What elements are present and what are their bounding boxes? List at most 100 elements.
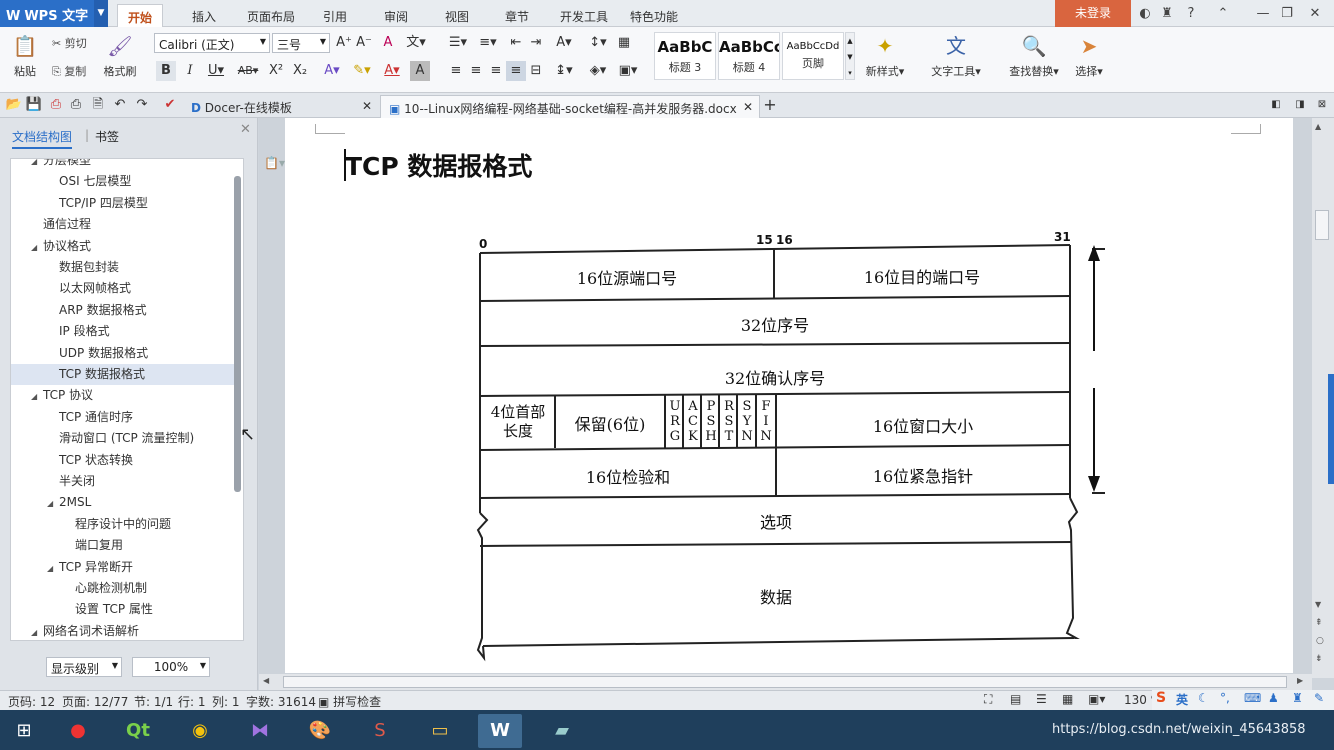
window-icon[interactable]: ◧ <box>1266 95 1286 115</box>
horizontal-scrollbar[interactable]: ◀ ▶ <box>259 674 1312 690</box>
visual-studio-icon[interactable]: ⧓ <box>238 714 282 748</box>
char-shading-icon[interactable]: A <box>410 61 430 81</box>
paint-icon[interactable]: 🎨 <box>298 714 342 748</box>
collapse-toggle-icon[interactable]: ◢ <box>31 386 43 407</box>
chrome-icon[interactable]: ◉ <box>178 714 222 748</box>
outline-item[interactable]: ◢ TCP 协议 <box>11 385 235 406</box>
outline-item[interactable]: UDP 数据报格式 <box>11 343 235 364</box>
scroll-left-icon[interactable]: ◀ <box>263 676 269 685</box>
display-level-select[interactable]: 显示级别 ▼ <box>46 657 122 677</box>
tab-chapter[interactable]: 章节 <box>495 4 539 27</box>
bold-icon[interactable]: B <box>156 61 176 81</box>
status-word-count[interactable]: 字数: 31614 <box>246 693 316 710</box>
xshell-icon[interactable]: S <box>358 714 402 748</box>
font-name-select[interactable]: Calibri (正文) ▼ <box>154 33 270 53</box>
collapse-toggle-icon[interactable]: ◢ <box>31 237 43 258</box>
tab-features[interactable]: 特色功能 <box>620 4 688 27</box>
new-tab-icon[interactable]: + <box>760 95 780 115</box>
select-button[interactable]: ➤ 选择▾ <box>1070 31 1108 79</box>
collapse-toggle-icon[interactable]: ◢ <box>47 558 59 579</box>
clear-format-icon[interactable]: A <box>378 33 398 53</box>
chinese-layout-icon[interactable]: A▾ <box>550 33 578 53</box>
tab-insert[interactable]: 插入 <box>182 4 226 27</box>
find-replace-button[interactable]: 🔍 查找替换▾ <box>1004 31 1064 79</box>
shrink-font-icon[interactable]: A⁻ <box>354 33 374 53</box>
outline-item[interactable]: 滑动窗口 (TCP 流量控制) <box>11 428 235 449</box>
subscript-icon[interactable]: X₂ <box>290 61 310 81</box>
outline-item[interactable]: 端口复用 <box>11 535 235 556</box>
font-size-select[interactable]: 三号 ▼ <box>272 33 330 53</box>
next-page-icon[interactable]: ⇟ <box>1315 654 1323 664</box>
new-style-button[interactable]: ✦ 新样式▾ <box>862 31 908 79</box>
underline-icon[interactable]: U▾ <box>202 61 230 81</box>
text-tools-button[interactable]: 文文字工具▾ <box>926 31 986 79</box>
scroll-up-icon[interactable]: ▲ <box>1315 122 1321 131</box>
outline-item[interactable]: TCP/IP 四层模型 <box>11 193 235 214</box>
save-icon[interactable]: 💾 <box>24 95 44 115</box>
moon-icon[interactable]: ☾ <box>1198 691 1209 705</box>
share-icon[interactable]: ◨ <box>1290 95 1310 115</box>
style-heading-4[interactable]: AaBbCc 标题 4 <box>718 32 780 80</box>
outline-item[interactable]: 数据包封装 <box>11 257 235 278</box>
decrease-indent-icon[interactable]: ⇤ <box>506 33 526 53</box>
prev-page-icon[interactable]: ⇞ <box>1315 618 1323 628</box>
collapse-toggle-icon[interactable]: ◢ <box>47 493 59 514</box>
close-icon[interactable]: ✕ <box>1304 3 1326 25</box>
windows-start-icon[interactable]: ⊞ <box>2 714 46 748</box>
app-menu-button[interactable]: W WPS 文字 ▼ <box>0 0 108 27</box>
outline-item[interactable]: TCP 数据报格式 <box>11 364 235 385</box>
scroll-thumb[interactable] <box>1315 210 1329 240</box>
login-button[interactable]: 未登录 <box>1055 0 1131 27</box>
tab-document[interactable]: ▣ 10--Linux网络编程-网络基础-socket编程-高并发服务器.doc… <box>380 95 760 118</box>
italic-icon[interactable]: I <box>180 61 200 81</box>
pinyin-icon[interactable]: 文▾ <box>402 33 430 53</box>
outline-item[interactable]: 设置 TCP 属性 <box>11 599 235 620</box>
tab-references[interactable]: 引用 <box>313 4 357 27</box>
spell-check-status[interactable]: ▣ 拼写检查 <box>318 693 381 710</box>
punctuation-icon[interactable]: °, <box>1220 691 1230 705</box>
outline-item[interactable]: ◢ 网络名词术语解析 <box>11 621 235 640</box>
increase-indent-icon[interactable]: ⇥ <box>526 33 546 53</box>
page-view-icon[interactable]: ▤ <box>1010 692 1021 706</box>
strikethrough-icon[interactable]: AB▾ <box>234 61 262 81</box>
undo-icon[interactable]: ↶ <box>110 95 130 115</box>
close-all-icon[interactable]: ⊠ <box>1312 95 1332 115</box>
preview-icon[interactable]: 🗎 <box>88 95 108 115</box>
align-left-icon[interactable]: ≡ <box>446 61 466 81</box>
outline-item[interactable]: ◢ TCP 异常断开 <box>11 557 235 578</box>
qt-creator-icon[interactable]: Qt <box>116 714 160 748</box>
line-spacing-icon[interactable]: ↨▾ <box>550 61 578 81</box>
skin-icon[interactable]: ◐ <box>1134 3 1156 25</box>
paste-button[interactable]: 📋 粘贴 <box>6 31 44 79</box>
text-effect-icon[interactable]: A▾ <box>318 61 346 81</box>
file-explorer-icon[interactable]: ▭ <box>418 714 462 748</box>
outline-item[interactable]: 心跳检测机制 <box>11 578 235 599</box>
shirt-icon[interactable]: ♜ <box>1292 691 1303 705</box>
style-gallery-scroll[interactable]: ▲ ▼ ▾ <box>845 32 855 80</box>
hscroll-thumb[interactable] <box>283 676 1287 688</box>
close-panel-icon[interactable]: ✕ <box>240 122 251 137</box>
minimize-icon[interactable]: — <box>1252 3 1274 25</box>
format-painter-button[interactable]: 🖌 格式刷 <box>100 31 140 79</box>
outline-item[interactable]: OSI 七层模型 <box>11 171 235 192</box>
superscript-icon[interactable]: X² <box>266 61 286 81</box>
tab-developer[interactable]: 开发工具 <box>550 4 618 27</box>
panel-zoom-select[interactable]: 100% ▼ <box>132 657 210 677</box>
chevron-down-icon[interactable]: ▼ <box>94 0 108 27</box>
recorder-app-icon[interactable]: ● <box>56 714 100 748</box>
table-border-icon[interactable]: ▦ <box>614 33 634 53</box>
shading-icon[interactable]: ◈▾ <box>584 61 612 81</box>
cut-button[interactable]: ✂ 剪切 <box>52 35 87 51</box>
outline-view-icon[interactable]: ☰ <box>1036 692 1047 706</box>
outline-item[interactable]: ◢ 2MSL <box>11 492 235 513</box>
sogou-icon[interactable]: S <box>1156 690 1166 706</box>
numbering-icon[interactable]: ≡▾ <box>474 33 502 53</box>
web-view-icon[interactable]: ▦ <box>1062 692 1073 706</box>
scroll-down-icon[interactable]: ▼ <box>1315 600 1321 609</box>
outline-item[interactable]: IP 段格式 <box>11 321 235 342</box>
tab-view[interactable]: 视图 <box>435 4 479 27</box>
style-footer[interactable]: AaBbCcDd 页脚 <box>782 32 844 80</box>
tab-home[interactable]: 开始 <box>117 4 164 27</box>
font-color-icon[interactable]: A▾ <box>378 61 406 81</box>
outline-item[interactable]: ◢ 协议格式 <box>11 236 235 257</box>
